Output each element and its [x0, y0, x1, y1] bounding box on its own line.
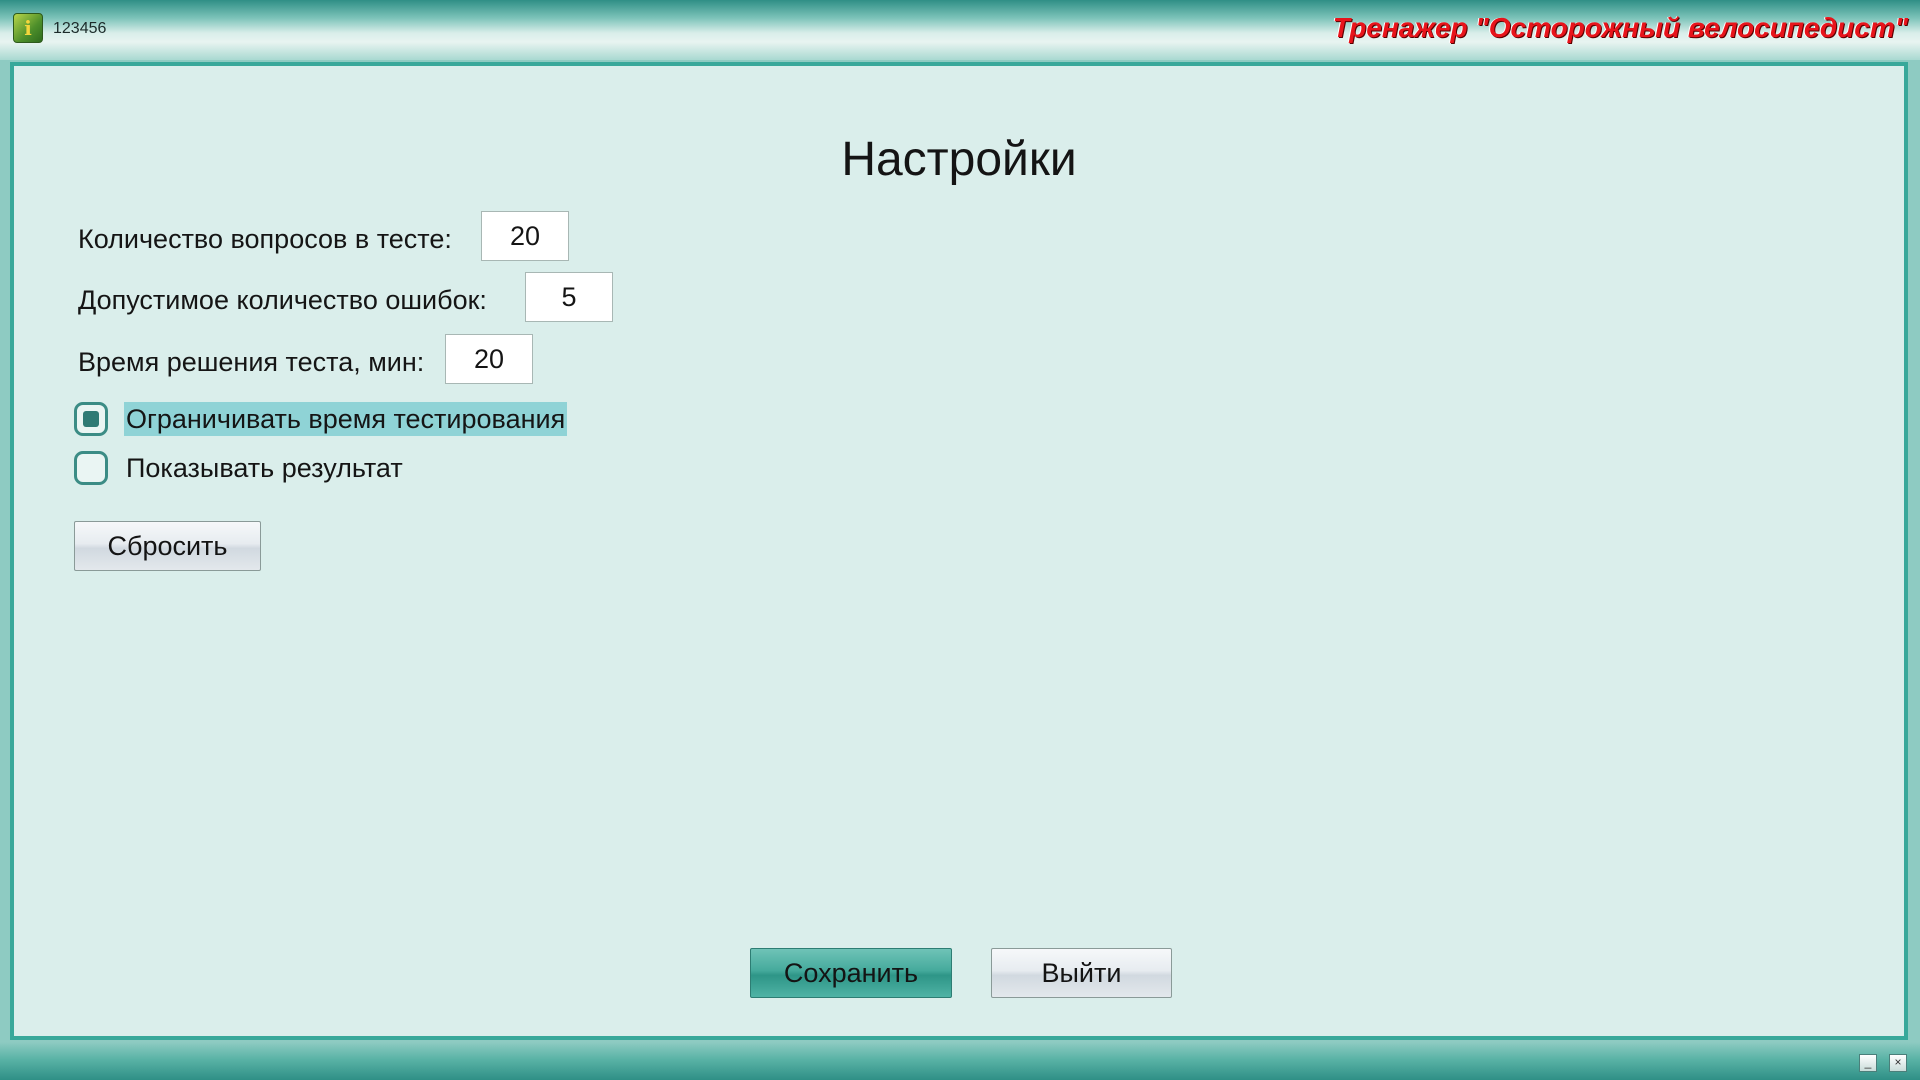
exit-button[interactable]: Выйти: [991, 948, 1172, 998]
test-time-label: Время решения теста, мин:: [78, 347, 425, 377]
test-time-input[interactable]: [445, 334, 533, 384]
limit-time-checkbox[interactable]: [74, 402, 108, 436]
questions-count-input[interactable]: [481, 211, 569, 261]
save-button[interactable]: Сохранить: [750, 948, 952, 998]
settings-panel: Настройки Количество вопросов в тесте: Д…: [10, 62, 1908, 1040]
user-id: 123456: [53, 20, 107, 37]
allowed-errors-input[interactable]: [525, 272, 613, 322]
title-bar: i 123456 Тренажер "Осторожный велосипеди…: [0, 0, 1920, 60]
show-result-label[interactable]: Показывать результат: [124, 451, 405, 485]
app-title: Тренажер "Осторожный велосипедист": [1332, 12, 1908, 43]
checkbox-checked-mark: [83, 411, 99, 427]
allowed-errors-label: Допустимое количество ошибок:: [78, 285, 487, 315]
limit-time-label[interactable]: Ограничивать время тестирования: [124, 402, 568, 436]
minimize-icon[interactable]: _: [1859, 1054, 1877, 1072]
show-result-checkbox[interactable]: [74, 451, 108, 485]
status-bar: [0, 1042, 1920, 1080]
page-title: Настройки: [841, 133, 1077, 186]
app-icon: i: [13, 13, 43, 43]
questions-count-label: Количество вопросов в тесте:: [78, 224, 452, 254]
reset-button[interactable]: Сбросить: [74, 521, 261, 571]
close-icon[interactable]: ×: [1889, 1054, 1907, 1072]
